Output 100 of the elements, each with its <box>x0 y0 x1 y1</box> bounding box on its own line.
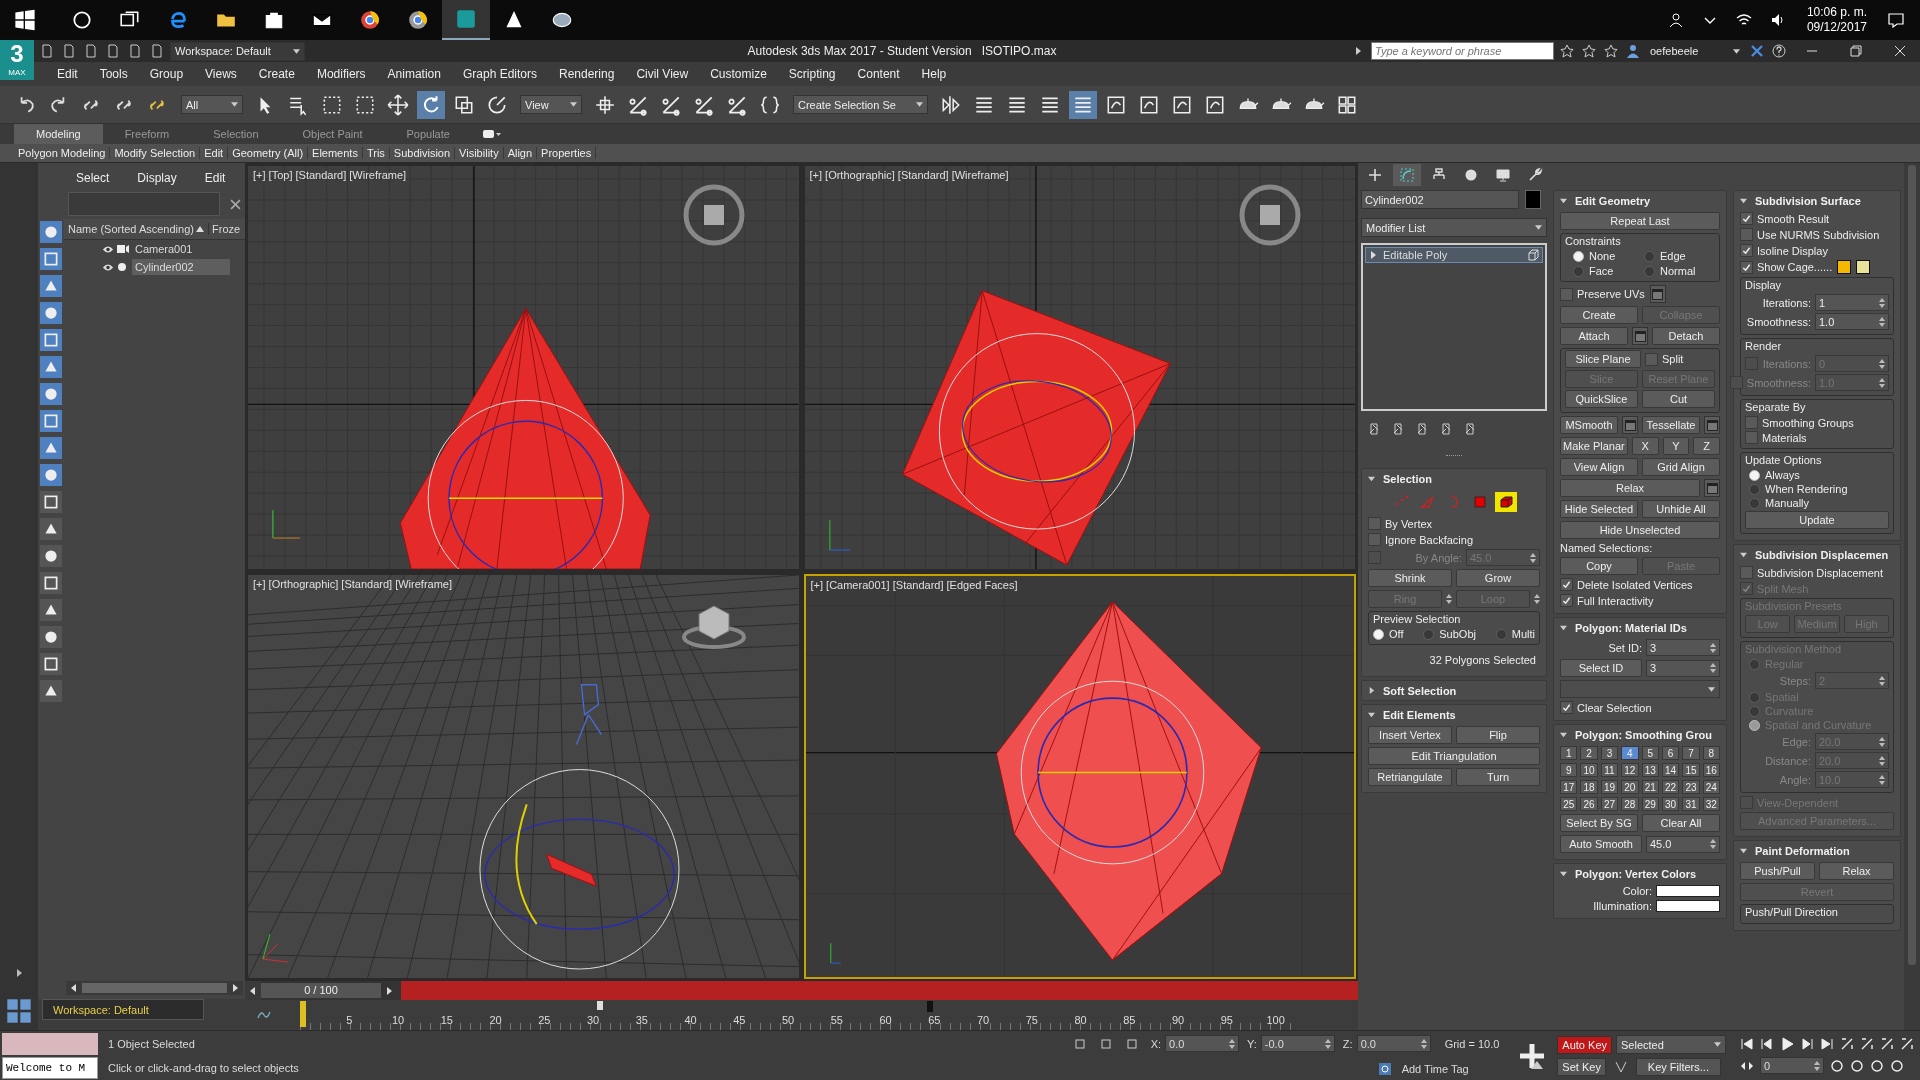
radio-button[interactable]: SubObj <box>1423 628 1476 640</box>
smoothing-group-button[interactable]: 7 <box>1682 746 1700 760</box>
ribbon-tab[interactable]: Freeform <box>102 124 192 144</box>
panel-button[interactable]: Hide Unselected <box>1560 521 1720 539</box>
auto-key-button[interactable]: Auto Key <box>1557 1035 1612 1054</box>
panel-button[interactable]: Tessellate <box>1642 416 1700 434</box>
listener-output[interactable]: Welcome to M <box>2 1056 98 1079</box>
menu-item[interactable]: Customize <box>699 67 778 81</box>
spinner-arrows-icon[interactable] <box>1879 315 1885 328</box>
panel-button[interactable]: View Align <box>1560 458 1638 476</box>
ribbon-item[interactable]: Geometry (All) <box>228 147 309 159</box>
ribbon-item[interactable]: Modify Selection <box>110 147 201 159</box>
panel-button[interactable]: Z <box>1693 437 1720 455</box>
checkbox[interactable]: Materials <box>1745 431 1807 444</box>
reference-coordinate-dropdown[interactable]: View <box>520 95 582 114</box>
time-configuration-icon[interactable] <box>1830 1058 1844 1073</box>
modifier-list-dropdown[interactable]: Modifier List <box>1361 218 1547 237</box>
smoothing-group-button[interactable]: 20 <box>1621 780 1639 794</box>
radio-button[interactable]: Manually <box>1749 497 1889 509</box>
color-swatch[interactable] <box>1837 260 1852 274</box>
panel-button[interactable]: Clear All <box>1642 814 1720 832</box>
panel-button[interactable]: Hide Selected <box>1560 500 1638 518</box>
ribbon-tab[interactable]: Selection <box>191 124 281 144</box>
filter-button[interactable] <box>40 383 62 405</box>
selection-set-dropdown[interactable]: Create Selection Se <box>793 95 928 114</box>
viewport[interactable]: [+] [Orthographic] [Standard] [Wireframe] <box>803 165 1356 570</box>
help-icon[interactable] <box>1772 44 1786 58</box>
panel-button[interactable]: Slice Plane <box>1565 350 1641 368</box>
go-to-start-icon[interactable] <box>1740 1037 1754 1051</box>
smoothing-group-button[interactable]: 22 <box>1661 780 1680 794</box>
filter-button[interactable] <box>40 680 62 702</box>
object-name[interactable]: Cylinder002 <box>132 259 230 275</box>
settings-button[interactable] <box>1632 327 1648 345</box>
viewport[interactable]: [+] [Top] [Standard] [Wireframe] <box>247 165 800 570</box>
panel-button[interactable]: Push/Pull <box>1740 862 1815 880</box>
radio-button[interactable]: None <box>1573 250 1644 262</box>
checkbox[interactable]: Clear Selection <box>1560 701 1652 714</box>
smoothing-group-button[interactable]: 12 <box>1621 763 1639 777</box>
filter-button[interactable] <box>40 275 62 297</box>
menu-item[interactable]: Group <box>138 67 195 81</box>
stack-item[interactable]: Editable Poly <box>1365 247 1543 263</box>
rollout-header[interactable]: Polygon: Vertex Colors <box>1554 864 1726 883</box>
ribbon-toggle-icon[interactable] <box>481 129 502 139</box>
radio-button[interactable]: Always <box>1749 469 1889 481</box>
new-file-icon[interactable] <box>40 44 54 58</box>
viewport-label[interactable]: [+] [Top] [Standard] [Wireframe] <box>253 169 407 181</box>
spinner-arrows-icon[interactable] <box>1710 662 1716 674</box>
expand-arrow-icon[interactable] <box>14 968 24 978</box>
smoothing-group-button[interactable]: 19 <box>1600 780 1619 794</box>
panel-button[interactable]: Copy <box>1560 557 1638 575</box>
smoothing-group-button[interactable]: 31 <box>1682 797 1700 811</box>
smoothing-group-button[interactable]: 6 <box>1661 746 1680 760</box>
spinner-field[interactable]: 3 <box>1646 639 1720 656</box>
rollout-header[interactable]: Subdivision Surface <box>1734 191 1900 210</box>
curve-editor-icon[interactable] <box>1069 90 1097 119</box>
spinner-arrows-icon[interactable] <box>1814 1059 1820 1072</box>
eye-icon[interactable] <box>102 262 114 272</box>
menu-item[interactable]: Rendering <box>548 67 626 81</box>
notification-icon[interactable] <box>1888 12 1904 28</box>
color-field[interactable] <box>1656 900 1720 912</box>
selection-filter-dropdown[interactable]: All <box>181 95 243 114</box>
rollout-header[interactable]: Edit Elements <box>1362 705 1546 724</box>
checkbox[interactable]: Isoline Display <box>1740 244 1828 257</box>
smoothing-group-button[interactable]: 24 <box>1702 780 1720 794</box>
coordinate-field[interactable]: -0.0 <box>1260 1035 1335 1052</box>
smoothing-group-button[interactable]: 8 <box>1702 746 1720 760</box>
smoothing-group-button[interactable]: 3 <box>1600 746 1619 760</box>
panel-button[interactable]: Y <box>1662 437 1690 455</box>
settings-button[interactable] <box>1622 416 1638 434</box>
panel-button[interactable]: Grid Align <box>1642 458 1720 476</box>
modify-tab[interactable] <box>1393 164 1421 186</box>
panel-button[interactable]: Make Planar <box>1560 437 1628 455</box>
filter-button[interactable] <box>40 572 62 594</box>
key-marker[interactable] <box>927 1001 933 1012</box>
panel-button[interactable]: Relax <box>1560 479 1700 497</box>
menu-item[interactable]: Help <box>910 67 958 81</box>
object-name-field[interactable]: Cylinder002 <box>1361 190 1519 209</box>
next-frame-icon[interactable] <box>385 986 393 995</box>
checkbox[interactable]: Split <box>1645 352 1715 366</box>
rollout-header[interactable]: Subdivision Displacemen <box>1734 545 1900 564</box>
panel-button[interactable]: X <box>1631 437 1659 455</box>
panel-button[interactable]: Unhide All <box>1642 500 1720 518</box>
checkbox[interactable]: Ignore Backfacing <box>1368 533 1474 546</box>
radio-button[interactable]: Normal <box>1644 265 1715 277</box>
viewport-label[interactable]: [+] [Orthographic] [Standard] [Wireframe] <box>809 169 1009 181</box>
pin-icon[interactable] <box>1367 422 1381 436</box>
panel-button[interactable]: Retriangulate <box>1368 768 1452 786</box>
filter-button[interactable] <box>40 518 62 540</box>
explorer-menu-item[interactable]: Display <box>137 171 177 185</box>
ribbon-item[interactable]: Visibility <box>455 147 504 159</box>
search-icon[interactable] <box>71 9 93 31</box>
checkbox[interactable]: Smooth Result <box>1740 212 1830 225</box>
listener-input[interactable] <box>2 1032 98 1055</box>
panel-button[interactable]: Select By SG <box>1560 814 1638 832</box>
checkbox[interactable]: Subdivision Displacement <box>1740 566 1883 579</box>
scrollbar-thumb[interactable] <box>82 983 227 993</box>
sort-arrow-icon[interactable] <box>196 226 204 232</box>
object-name[interactable]: Camera001 <box>132 241 230 257</box>
panel-button[interactable]: Grow <box>1456 569 1540 587</box>
current-frame-field[interactable]: 0 <box>1760 1057 1824 1074</box>
